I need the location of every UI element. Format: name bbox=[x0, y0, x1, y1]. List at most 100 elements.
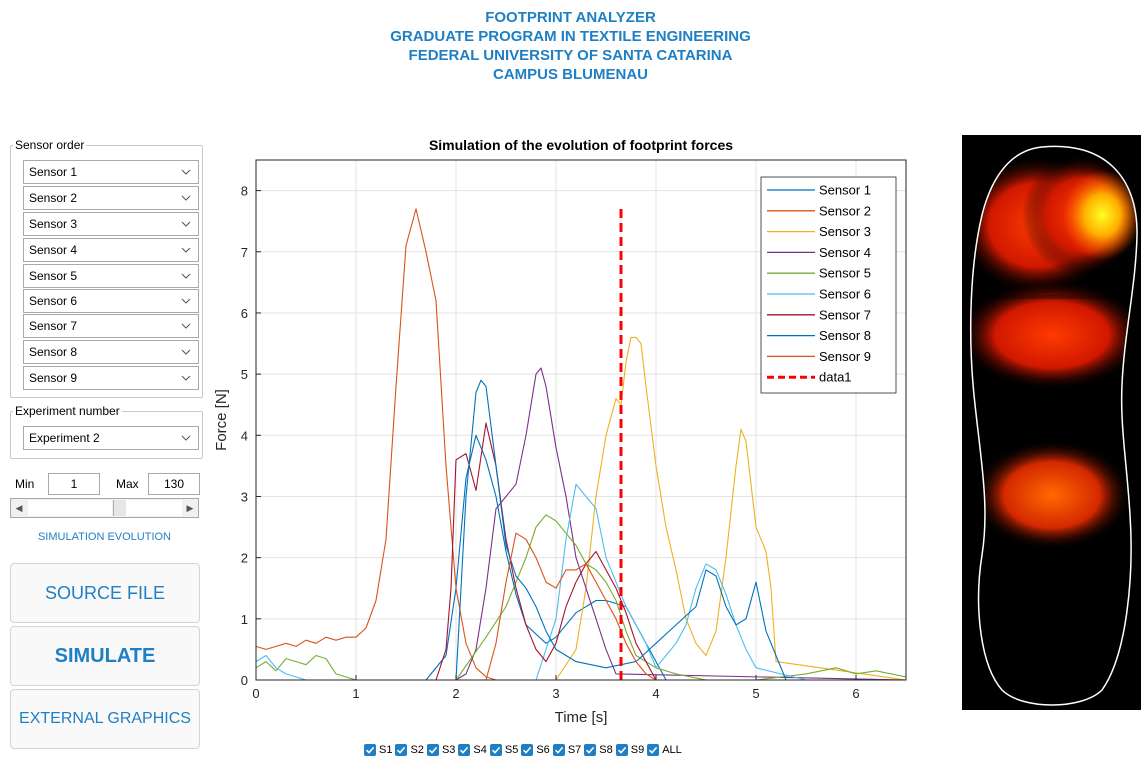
header-university: FEDERAL UNIVERSITY OF SANTA CATARINA bbox=[408, 47, 733, 64]
simulation-evolution-label: SIMULATION EVOLUTION bbox=[37, 531, 172, 543]
sensor-order-select-value: Sensor 2 bbox=[29, 191, 78, 205]
simulation-slider[interactable]: ◀ ▶ bbox=[10, 498, 199, 518]
force-chart-svg: 0 1 2 3 4 5 6 0 1 2 3 4 5 6 7 8 Simulation of the evolut… bbox=[213, 137, 907, 726]
slider-right-arrow-icon[interactable]: ▶ bbox=[182, 499, 198, 517]
x-tick-label: 6 bbox=[852, 686, 859, 701]
checkbox-s3[interactable]: S3 bbox=[426, 744, 456, 757]
checkbox-label: S3 bbox=[441, 744, 456, 757]
checkbox-checked-icon[interactable] bbox=[615, 744, 628, 757]
legend-label: Sensor 1 bbox=[819, 183, 871, 198]
experiment-select-value: Experiment 2 bbox=[29, 431, 100, 445]
checkbox-s9[interactable]: S9 bbox=[615, 744, 644, 757]
footprint-heatmap bbox=[962, 135, 1141, 710]
y-tick-label: 2 bbox=[241, 551, 248, 566]
checkbox-label: S2 bbox=[410, 744, 424, 757]
checkbox-label: S6 bbox=[536, 744, 550, 757]
checkbox-s1[interactable]: S1 bbox=[364, 744, 392, 757]
checkbox-s8[interactable]: S8 bbox=[584, 744, 613, 757]
sensor-order-select-7[interactable]: Sensor 7 bbox=[23, 314, 199, 338]
sensor-order-select-value: Sensor 8 bbox=[29, 345, 78, 359]
sensor-checkbox-row: S1 S2 S3 S4 S5 S6 S7 S8 S9 ALL bbox=[364, 744, 685, 760]
y-tick-label: 3 bbox=[241, 489, 248, 504]
x-tick-label: 0 bbox=[252, 686, 259, 701]
checkbox-label: S7 bbox=[567, 744, 582, 757]
checkbox-label: S5 bbox=[504, 744, 519, 757]
min-label: Min bbox=[15, 477, 35, 491]
x-axis-label: Time [s] bbox=[555, 709, 608, 726]
legend-label: data1 bbox=[819, 370, 852, 385]
sensor-order-select-5[interactable]: Sensor 5 bbox=[23, 264, 199, 288]
simulate-label: SIMULATE bbox=[54, 645, 156, 667]
slider-track-left[interactable] bbox=[28, 500, 113, 516]
max-input[interactable]: 130 bbox=[148, 473, 200, 495]
y-tick-label: 8 bbox=[241, 184, 248, 199]
y-tick-label: 1 bbox=[241, 612, 248, 627]
sensor-order-select-6[interactable]: Sensor 6 bbox=[23, 289, 199, 313]
legend-label: Sensor 8 bbox=[819, 328, 871, 343]
checkbox-label: S4 bbox=[473, 744, 487, 757]
x-tick-label: 1 bbox=[352, 686, 359, 701]
checkbox-s7[interactable]: S7 bbox=[552, 744, 582, 757]
slider-track-right[interactable] bbox=[126, 500, 182, 516]
legend-label: Sensor 4 bbox=[819, 245, 871, 260]
chevron-down-icon bbox=[181, 323, 191, 329]
checkbox-checked-icon[interactable] bbox=[552, 744, 565, 757]
checkbox-checked-icon[interactable] bbox=[426, 744, 439, 757]
source-file-button[interactable]: SOURCE FILE bbox=[10, 563, 200, 623]
legend-label: Sensor 6 bbox=[819, 287, 871, 302]
chevron-down-icon bbox=[181, 195, 191, 201]
sensor-order-select-2[interactable]: Sensor 2 bbox=[23, 186, 199, 210]
checkbox-checked-icon[interactable] bbox=[489, 744, 502, 757]
checkbox-s2[interactable]: S2 bbox=[395, 744, 424, 757]
sensor-order-select-value: Sensor 7 bbox=[29, 319, 78, 333]
checkbox-checked-icon[interactable] bbox=[395, 744, 408, 757]
sensor-order-select-1[interactable]: Sensor 1 bbox=[23, 160, 199, 184]
checkbox-s5[interactable]: S5 bbox=[489, 744, 519, 757]
chevron-down-icon bbox=[181, 221, 191, 227]
external-graphics-label: EXTERNAL GRAPHICS bbox=[19, 710, 191, 727]
sensor-order-select-value: Sensor 3 bbox=[29, 217, 78, 231]
chevron-down-icon bbox=[181, 169, 191, 175]
x-tick-label: 2 bbox=[452, 686, 459, 701]
experiment-select[interactable]: Experiment 2 bbox=[23, 426, 199, 450]
slider-thumb[interactable] bbox=[113, 500, 128, 516]
checkbox-checked-icon[interactable] bbox=[364, 744, 376, 757]
footprint-heatmap-svg bbox=[969, 145, 1138, 706]
sensor-order-select-3[interactable]: Sensor 3 bbox=[23, 212, 199, 236]
slider-left-arrow-icon[interactable]: ◀ bbox=[11, 499, 27, 517]
header-title: FOOTPRINT ANALYZER bbox=[485, 9, 656, 26]
chevron-down-icon bbox=[181, 247, 191, 253]
sensor-order-select-value: Sensor 1 bbox=[29, 165, 78, 179]
legend-label: Sensor 3 bbox=[819, 224, 871, 239]
sensor-order-select-8[interactable]: Sensor 8 bbox=[23, 340, 199, 364]
y-tick-label: 6 bbox=[241, 306, 248, 321]
checkbox-checked-icon[interactable] bbox=[584, 744, 597, 757]
sensor-order-select-value: Sensor 4 bbox=[29, 243, 78, 257]
sensor-order-select-9[interactable]: Sensor 9 bbox=[23, 366, 199, 390]
min-input[interactable]: 1 bbox=[48, 473, 100, 495]
y-tick-label: 5 bbox=[241, 367, 248, 382]
y-tick-label: 0 bbox=[241, 673, 248, 688]
checkbox-s6[interactable]: S6 bbox=[521, 744, 550, 757]
sensor-order-select-4[interactable]: Sensor 4 bbox=[23, 238, 199, 262]
checkbox-checked-icon[interactable] bbox=[647, 744, 660, 757]
chevron-down-icon bbox=[181, 349, 191, 355]
checkbox-checked-icon[interactable] bbox=[458, 744, 471, 757]
y-axis-label: Force [N] bbox=[213, 389, 230, 451]
checkbox-all[interactable]: ALL bbox=[647, 744, 682, 757]
external-graphics-button[interactable]: EXTERNAL GRAPHICS bbox=[10, 689, 200, 749]
chevron-down-icon bbox=[181, 298, 191, 304]
sensor-order-select-value: Sensor 5 bbox=[29, 269, 78, 283]
chevron-down-icon bbox=[181, 273, 191, 279]
header-campus: CAMPUS BLUMENAU bbox=[493, 66, 648, 83]
force-chart: 0 1 2 3 4 5 6 0 1 2 3 4 5 6 7 8 Simulation of the evolut… bbox=[208, 130, 913, 742]
checkbox-s4[interactable]: S4 bbox=[458, 744, 487, 757]
checkbox-checked-icon[interactable] bbox=[521, 744, 534, 757]
sensor-order-select-value: Sensor 6 bbox=[29, 294, 78, 308]
simulate-button[interactable]: SIMULATE bbox=[10, 626, 200, 686]
legend-label: Sensor 7 bbox=[819, 307, 871, 322]
app-header: FOOTPRINT ANALYZER GRADUATE PROGRAM IN T… bbox=[0, 8, 1141, 84]
chart-title: Simulation of the evolution of footprint… bbox=[429, 137, 733, 153]
sensor-order-select-value: Sensor 9 bbox=[29, 371, 78, 385]
x-tick-label: 4 bbox=[652, 686, 659, 701]
